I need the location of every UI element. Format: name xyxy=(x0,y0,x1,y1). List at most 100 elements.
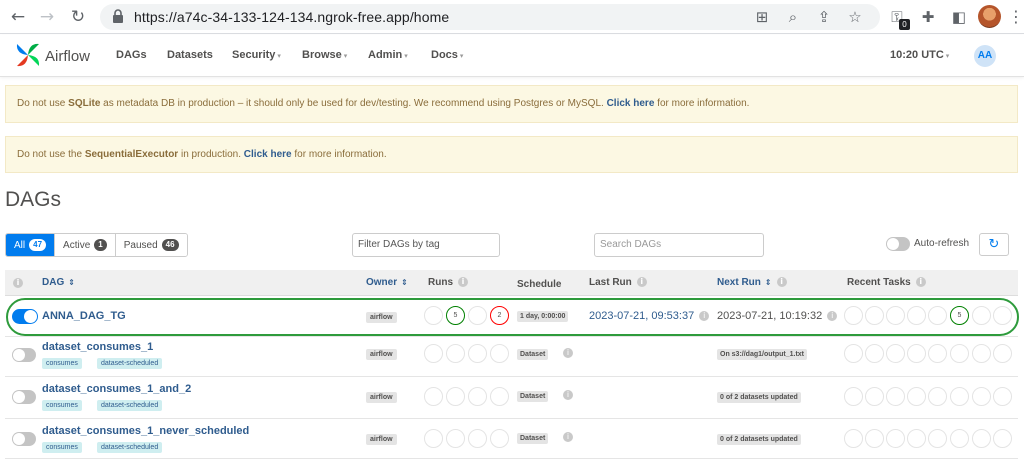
filter-all[interactable]: All 47 xyxy=(6,234,56,256)
info-icon[interactable]: i xyxy=(776,277,787,288)
nav-docs[interactable]: Docs ▾ xyxy=(431,49,463,61)
next-run-dataset-badge[interactable]: 0 of 2 datasets updated xyxy=(717,434,801,445)
url-text[interactable]: https://a74c-34-133-124-134.ngrok-free.a… xyxy=(134,9,449,25)
run-state-circle[interactable] xyxy=(468,387,487,406)
profile-avatar-icon[interactable] xyxy=(978,5,1001,28)
info-icon[interactable]: i xyxy=(563,348,573,358)
task-state-circle[interactable] xyxy=(972,344,991,363)
autorefresh-toggle[interactable] xyxy=(886,237,910,251)
task-state-circle[interactable] xyxy=(972,387,991,406)
tag-badge[interactable]: consumes xyxy=(42,358,82,369)
task-state-circle[interactable] xyxy=(844,344,863,363)
airflow-logo-icon[interactable] xyxy=(14,41,42,69)
task-state-circle[interactable] xyxy=(907,429,926,448)
user-avatar[interactable]: AA xyxy=(974,45,996,67)
task-state-circle[interactable] xyxy=(993,387,1012,406)
dag-link[interactable]: dataset_consumes_1_never_scheduled xyxy=(42,425,249,437)
run-state-circle[interactable] xyxy=(424,387,443,406)
run-state-circle[interactable] xyxy=(490,387,509,406)
task-state-circle[interactable] xyxy=(865,387,884,406)
puzzle-icon[interactable]: ✚ xyxy=(918,7,938,27)
info-icon[interactable]: i xyxy=(458,277,468,288)
task-state-circle[interactable] xyxy=(886,344,905,363)
header-dag[interactable]: DAG ⇕ xyxy=(42,277,75,288)
sort-icon[interactable]: ⇕ xyxy=(765,278,772,287)
reload-icon[interactable]: ↻ xyxy=(68,7,88,27)
tag-badge[interactable]: dataset-scheduled xyxy=(97,358,163,369)
alert-link[interactable]: Click here xyxy=(607,98,655,109)
share-icon[interactable]: ⇪ xyxy=(815,8,833,26)
tag-badge[interactable]: consumes xyxy=(42,442,82,453)
tag-badge[interactable]: consumes xyxy=(42,400,82,411)
run-state-circle[interactable] xyxy=(468,429,487,448)
task-state-circle[interactable] xyxy=(844,429,863,448)
task-state-circle[interactable] xyxy=(907,344,926,363)
schedule-badge[interactable]: Dataset xyxy=(517,433,549,444)
run-state-circle[interactable] xyxy=(424,429,443,448)
nav-browse[interactable]: Browse ▾ xyxy=(302,49,347,61)
nav-security[interactable]: Security ▾ xyxy=(232,49,281,61)
nav-dags[interactable]: DAGs xyxy=(116,49,147,61)
run-state-circle[interactable] xyxy=(490,344,509,363)
tag-badge[interactable]: dataset-scheduled xyxy=(97,400,163,411)
run-state-circle[interactable] xyxy=(490,429,509,448)
utc-clock[interactable]: 10:20 UTC ▾ xyxy=(890,49,949,61)
tag-badge[interactable]: dataset-scheduled xyxy=(97,442,163,453)
tag-filter-input[interactable]: Filter DAGs by tag xyxy=(352,233,500,257)
translate-icon[interactable]: ⊞ xyxy=(753,8,771,26)
sidepanel-icon[interactable]: ◧ xyxy=(949,7,969,27)
dag-link[interactable]: dataset_consumes_1_and_2 xyxy=(42,383,191,395)
schedule-badge[interactable]: Dataset xyxy=(517,349,549,360)
task-state-circle[interactable] xyxy=(865,429,884,448)
owner-badge[interactable]: airflow xyxy=(366,392,397,403)
header-next-run[interactable]: Next Run ⇕ i xyxy=(717,277,787,288)
task-state-circle[interactable] xyxy=(993,429,1012,448)
task-state-circle[interactable] xyxy=(950,344,969,363)
forward-arrow-icon[interactable]: → xyxy=(37,7,57,27)
dag-link[interactable]: dataset_consumes_1 xyxy=(42,341,153,353)
kebab-menu-icon[interactable]: ⋮ xyxy=(1008,7,1024,26)
filter-paused[interactable]: Paused 46 xyxy=(115,234,187,256)
next-run-dataset-badge[interactable]: 0 of 2 datasets updated xyxy=(717,392,801,403)
task-state-circle[interactable] xyxy=(950,429,969,448)
task-state-circle[interactable] xyxy=(907,387,926,406)
next-run-dataset-badge[interactable]: On s3://dag1/output_1.txt xyxy=(717,349,808,360)
run-state-circle[interactable] xyxy=(446,344,465,363)
info-icon[interactable]: i xyxy=(915,277,926,288)
info-icon[interactable]: i xyxy=(563,390,573,400)
task-state-circle[interactable] xyxy=(993,344,1012,363)
nav-admin[interactable]: Admin ▾ xyxy=(368,49,408,61)
alert-link[interactable]: Click here xyxy=(244,149,292,160)
task-state-circle[interactable] xyxy=(928,429,947,448)
refresh-button[interactable]: ↻ xyxy=(979,233,1009,256)
task-state-circle[interactable] xyxy=(928,344,947,363)
task-state-circle[interactable] xyxy=(844,387,863,406)
schedule-badge[interactable]: Dataset xyxy=(517,391,549,402)
brand-name[interactable]: Airflow xyxy=(45,48,90,65)
dag-pause-toggle[interactable] xyxy=(12,432,36,446)
run-state-circle[interactable] xyxy=(446,429,465,448)
zoom-icon[interactable]: ⌕ xyxy=(784,8,802,26)
owner-badge[interactable]: airflow xyxy=(366,434,397,445)
filter-active[interactable]: Active 1 xyxy=(55,234,116,256)
run-state-circle[interactable] xyxy=(424,344,443,363)
back-arrow-icon[interactable]: ← xyxy=(8,7,28,27)
bookmark-star-icon[interactable]: ☆ xyxy=(846,8,864,26)
owner-badge[interactable]: airflow xyxy=(366,349,397,360)
sort-icon[interactable]: ⇕ xyxy=(68,278,75,287)
sort-icon[interactable]: ⇕ xyxy=(401,278,408,287)
task-state-circle[interactable] xyxy=(972,429,991,448)
nav-datasets[interactable]: Datasets xyxy=(167,49,213,61)
task-state-circle[interactable] xyxy=(886,387,905,406)
dag-pause-toggle[interactable] xyxy=(12,390,36,404)
search-dags-input[interactable]: Search DAGs xyxy=(594,233,764,257)
dag-pause-toggle[interactable] xyxy=(12,348,36,362)
run-state-circle[interactable] xyxy=(468,344,487,363)
header-owner[interactable]: Owner ⇕ xyxy=(366,277,408,288)
run-state-circle[interactable] xyxy=(446,387,465,406)
lock-icon[interactable] xyxy=(112,9,124,23)
info-icon[interactable]: i xyxy=(636,277,647,288)
task-state-circle[interactable] xyxy=(886,429,905,448)
info-icon[interactable]: i xyxy=(563,432,573,442)
task-state-circle[interactable] xyxy=(950,387,969,406)
